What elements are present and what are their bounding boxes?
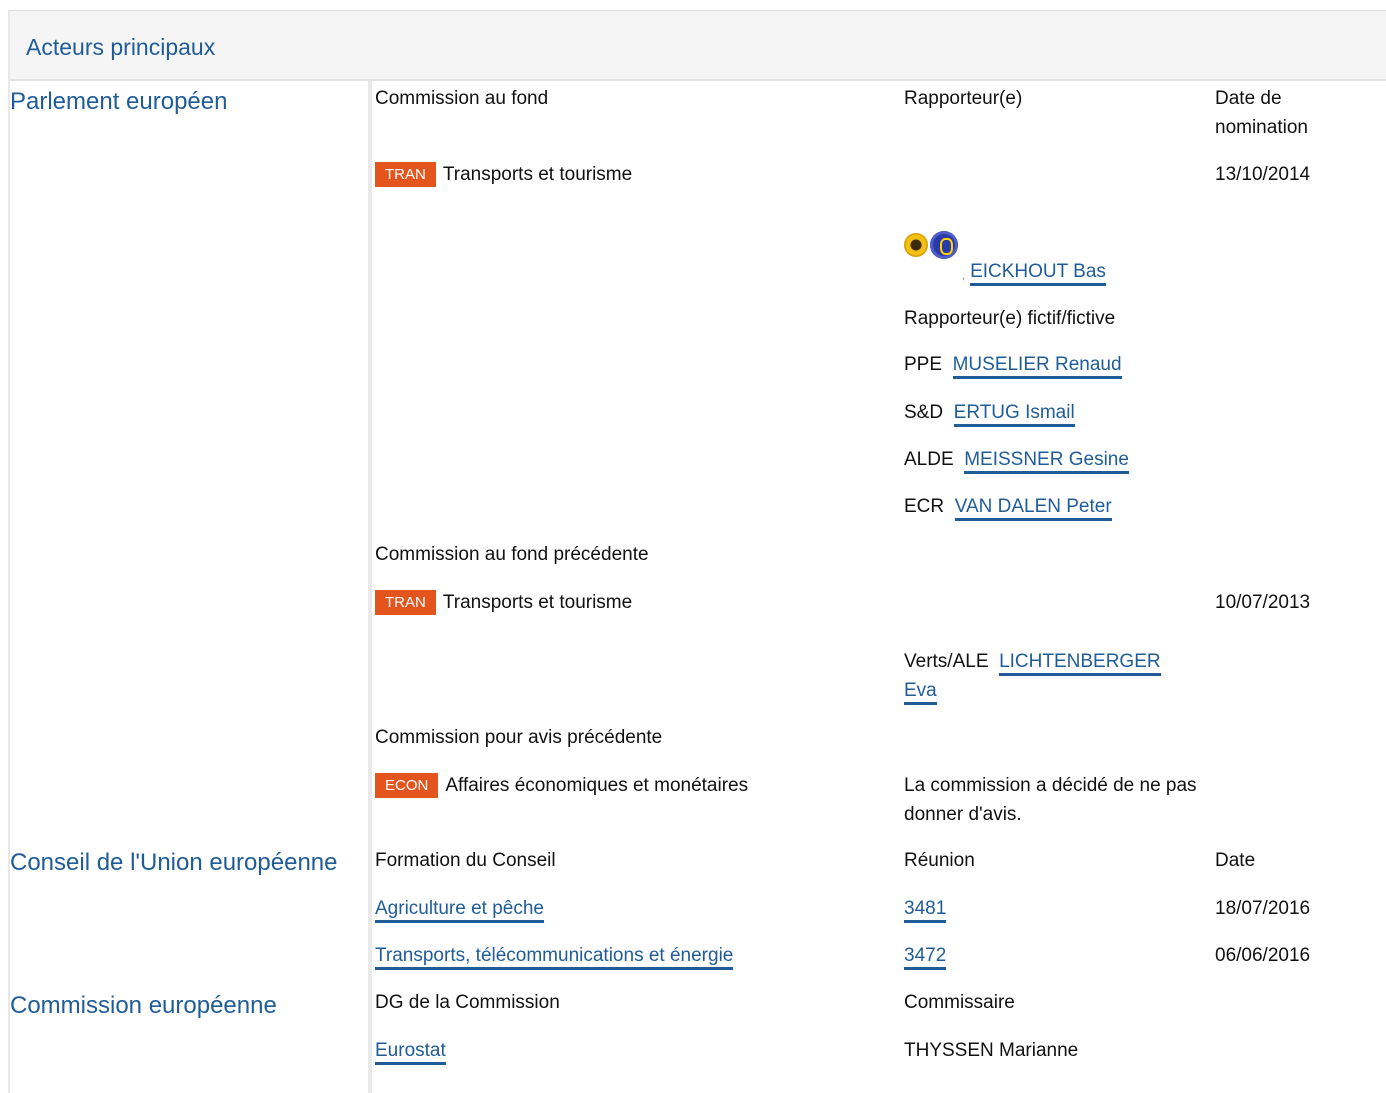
previous-rapporteur-row: Verts/ALE LICHTENBERGER bbox=[904, 647, 1161, 676]
eu-circle-icon bbox=[930, 231, 958, 259]
previous-committee-date: 10/07/2013 bbox=[1215, 592, 1311, 613]
council-row: Transports, télécommunications et énergi… bbox=[375, 941, 734, 970]
panel-left-border bbox=[8, 10, 10, 1093]
shadow-row: PPE MUSELIER Renaud bbox=[904, 350, 1122, 379]
previous-committee-row: TRAN Transports et tourisme bbox=[375, 588, 632, 617]
commissioner-name: THYSSEN Marianne bbox=[904, 1040, 1079, 1061]
col-meeting-header: Réunion bbox=[904, 850, 975, 871]
col-council-date-header: Date bbox=[1215, 850, 1256, 871]
committee-badge: TRAN bbox=[375, 162, 436, 187]
shadow-group: ALDE bbox=[904, 449, 954, 470]
council-meeting-link[interactable]: 3472 bbox=[904, 945, 947, 970]
previous-group: Verts/ALE bbox=[904, 651, 989, 672]
council-meeting: 3481 bbox=[904, 894, 947, 923]
section-council-label: Conseil de l'Union européenne bbox=[10, 849, 338, 876]
shadow-row: ALDE MEISSNER Gesine bbox=[904, 445, 1129, 474]
shadow-rapporteur-link[interactable]: VAN DALEN Peter bbox=[954, 496, 1112, 521]
political-group-logo bbox=[900, 228, 966, 271]
section-parliament-label: Parlement européen bbox=[10, 88, 228, 115]
committee-badge: TRAN bbox=[375, 590, 436, 615]
committee-name: Affaires économiques et monétaires bbox=[445, 775, 749, 796]
sunflower-icon bbox=[904, 233, 928, 257]
shadow-row: S&D ERTUG Ismail bbox=[904, 398, 1075, 427]
shadow-rapporteur-link[interactable]: ERTUG Ismail bbox=[953, 402, 1075, 427]
col-commissioner-header: Commissaire bbox=[904, 992, 1015, 1013]
col-committee-header: Commission au fond bbox=[375, 88, 549, 109]
previous-rapporteur-link[interactable]: LICHTENBERGER bbox=[999, 651, 1161, 676]
shadow-rapporteur-label: Rapporteur(e) fictif/fictive bbox=[904, 308, 1116, 329]
shadow-group: ECR bbox=[904, 496, 945, 517]
committee-row: TRAN Transports et tourisme bbox=[375, 160, 632, 189]
shadow-row: ECR VAN DALEN Peter bbox=[904, 492, 1112, 521]
previous-committee-label: Commission au fond précédente bbox=[375, 544, 649, 565]
opinion-committee-row: ECON Affaires économiques et monétaires bbox=[375, 771, 748, 800]
shadow-rapporteur-link[interactable]: MEISSNER Gesine bbox=[964, 449, 1129, 474]
section-commission-label: Commission européenne bbox=[10, 992, 277, 1019]
council-meeting: 3472 bbox=[904, 941, 947, 970]
council-date: 06/06/2016 bbox=[1215, 945, 1311, 966]
committee-date: 13/10/2014 bbox=[1215, 164, 1311, 185]
committee-name: Transports et tourisme bbox=[442, 164, 633, 185]
shadow-group: S&D bbox=[904, 402, 944, 423]
council-formation-link[interactable]: Transports, télécommunications et énergi… bbox=[375, 945, 734, 970]
dg-row: Eurostat bbox=[375, 1036, 446, 1065]
committee-badge: ECON bbox=[375, 773, 439, 798]
previous-rapporteur-row-2: Eva bbox=[904, 676, 937, 705]
panel-title: Acteurs principaux bbox=[26, 34, 216, 60]
shadow-group: PPE bbox=[904, 354, 943, 375]
opinion-committee-label: Commission pour avis précédente bbox=[375, 727, 663, 748]
col-dg-header: DG de la Commission bbox=[375, 992, 560, 1013]
col-rapporteur-header: Rapporteur(e) bbox=[904, 88, 1023, 109]
previous-rapporteur-link-cont[interactable]: Eva bbox=[904, 680, 937, 705]
content-divider bbox=[368, 81, 372, 1093]
council-formation-link[interactable]: Agriculture et pêche bbox=[375, 898, 544, 923]
opinion-note: La commission a décidé de ne pas donner … bbox=[904, 775, 1197, 825]
greens-efa-logo-icon bbox=[900, 228, 966, 262]
council-meeting-link[interactable]: 3481 bbox=[904, 898, 947, 923]
col-formation-header: Formation du Conseil bbox=[375, 850, 556, 871]
committee-name: Transports et tourisme bbox=[442, 592, 633, 613]
dg-link[interactable]: Eurostat bbox=[375, 1040, 446, 1065]
rapporteur-link[interactable]: EICKHOUT Bas bbox=[970, 261, 1106, 286]
council-row: Agriculture et pêche bbox=[375, 894, 544, 923]
rapporteur-row: , EICKHOUT Bas bbox=[962, 257, 1106, 291]
col-date-header: Date de nomination bbox=[1215, 88, 1308, 138]
shadow-rapporteur-link[interactable]: MUSELIER Renaud bbox=[952, 354, 1122, 379]
council-date: 18/07/2016 bbox=[1215, 898, 1311, 919]
panel-header: Acteurs principaux bbox=[10, 11, 1386, 81]
